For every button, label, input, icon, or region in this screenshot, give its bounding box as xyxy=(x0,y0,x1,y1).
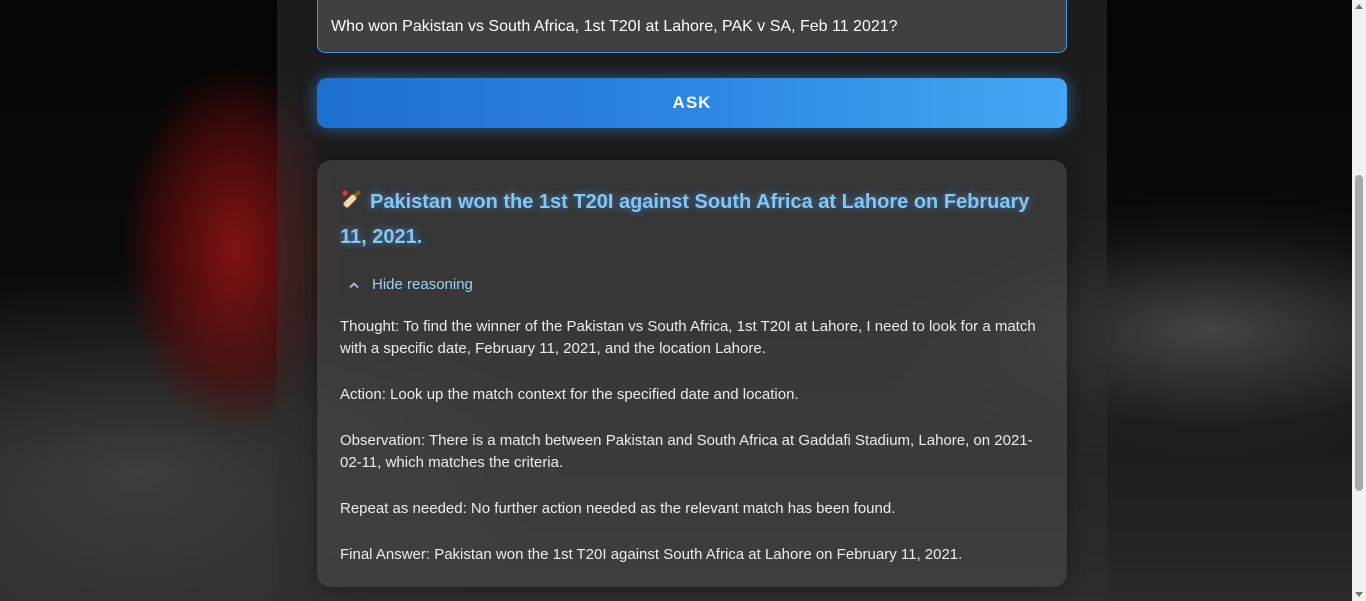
scroll-up-arrow-icon[interactable] xyxy=(1355,4,1363,9)
cricket-bat-icon xyxy=(340,187,364,221)
answer-title: Pakistan won the 1st T20I against South … xyxy=(340,186,1044,253)
reasoning-repeat: Repeat as needed: No further action need… xyxy=(340,500,896,517)
reasoning-thought: Thought: To find the winner of the Pakis… xyxy=(340,318,1036,357)
scrollbar[interactable] xyxy=(1352,0,1366,601)
hide-reasoning-toggle[interactable]: Hide reasoning xyxy=(348,276,488,293)
scroll-down-arrow-icon[interactable] xyxy=(1355,592,1363,597)
reasoning-text: Thought: To find the winner of the Pakis… xyxy=(340,316,1044,566)
answer-card: Pakistan won the 1st T20I against South … xyxy=(317,160,1067,587)
ask-button[interactable]: ASK xyxy=(317,78,1067,128)
question-input[interactable] xyxy=(317,0,1067,53)
reasoning-final-answer: Final Answer: Pakistan won the 1st T20I … xyxy=(340,546,963,563)
hide-reasoning-label: Hide reasoning xyxy=(372,276,473,293)
chevron-up-icon xyxy=(348,276,364,293)
answer-title-text: Pakistan won the 1st T20I against South … xyxy=(340,191,1030,248)
reasoning-action: Action: Look up the match context for th… xyxy=(340,386,799,403)
reasoning-observation: Observation: There is a match between Pa… xyxy=(340,432,1033,471)
scrollbar-thumb[interactable] xyxy=(1355,175,1363,491)
